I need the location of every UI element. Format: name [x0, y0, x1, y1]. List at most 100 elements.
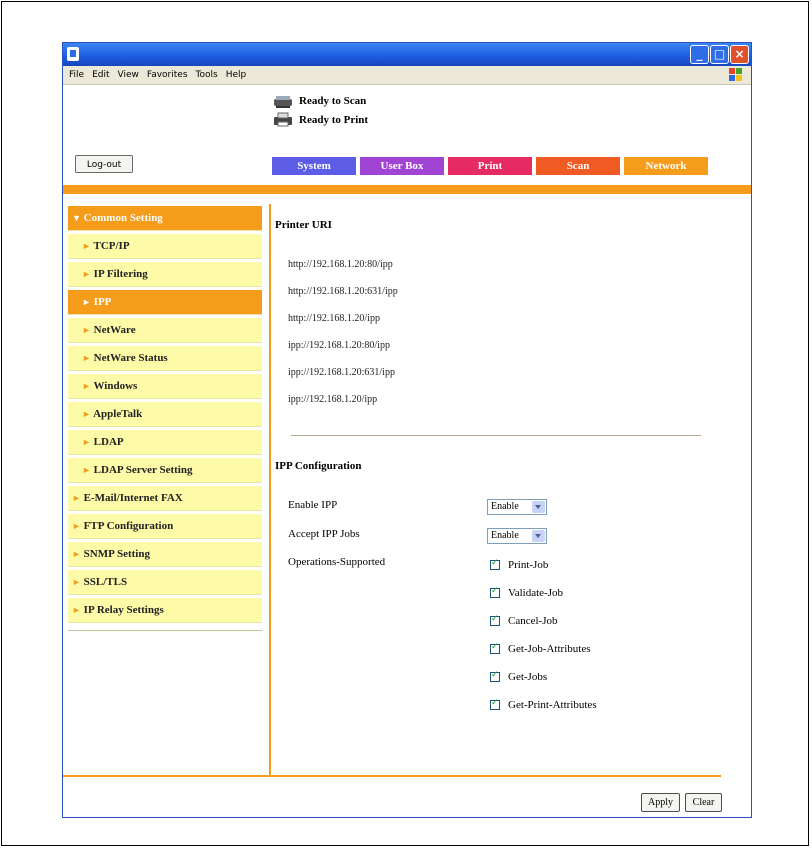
get-job-attributes-checkbox[interactable]	[490, 642, 500, 654]
sidebar-item-appletalk[interactable]: ► AppleTalk	[68, 402, 262, 427]
uri-item: http://192.168.1.20/ipp	[288, 313, 380, 324]
print-status: Ready to Print	[299, 114, 369, 126]
app-icon	[67, 47, 79, 61]
sidebar-item-windows[interactable]: ► Windows	[68, 374, 262, 399]
sidebar-item-label: SNMP Setting	[83, 548, 150, 560]
chevron-down-icon[interactable]	[532, 501, 545, 513]
clear-button[interactable]: Clear	[685, 793, 722, 812]
menu-bar: File Edit View Favorites Tools Help	[63, 66, 751, 85]
menu-tools[interactable]: Tools	[196, 66, 218, 84]
checkbox-label: Print-Job	[508, 559, 549, 571]
apply-button[interactable]: Apply	[641, 793, 680, 812]
tab-system[interactable]: System	[272, 157, 356, 175]
arrow-icon: ►	[72, 493, 81, 503]
header-divider	[63, 185, 751, 194]
enable-ipp-select[interactable]: Enable	[487, 499, 547, 515]
tab-scan[interactable]: Scan	[536, 157, 620, 175]
sidebar-item-netware-status[interactable]: ► NetWare Status	[68, 346, 262, 371]
uri-item: http://192.168.1.20:631/ipp	[288, 286, 398, 297]
sidebar-item-label: NetWare Status	[93, 352, 168, 364]
accept-ipp-jobs-label: Accept IPP Jobs	[288, 528, 360, 540]
select-value: Enable	[491, 501, 519, 512]
arrow-icon: ►	[82, 409, 91, 419]
tab-user-box[interactable]: User Box	[360, 157, 444, 175]
menu-edit[interactable]: Edit	[92, 66, 109, 84]
sidebar-item-label: SSL/TLS	[83, 576, 128, 588]
title-bar: _ □ ×	[63, 43, 751, 66]
sidebar-item-ipp[interactable]: ► IPP	[68, 290, 262, 315]
browser-window: _ □ × File Edit View Favorites Tools Help Rea…	[62, 42, 752, 818]
arrow-icon: ►	[82, 269, 91, 279]
arrow-icon: ►	[82, 437, 91, 447]
printer-uri-title: Printer URI	[275, 219, 332, 231]
sidebar-item-label: NetWare	[93, 324, 136, 336]
sidebar-item-label: E-Mail/Internet FAX	[83, 492, 183, 504]
checkbox-label: Get-Print-Attributes	[508, 699, 597, 711]
sidebar-item-ip-filtering[interactable]: ► IP Filtering	[68, 262, 262, 287]
sidebar-item-label: IP Relay Settings	[83, 604, 164, 616]
arrow-icon: ►	[82, 325, 91, 335]
sidebar-item-netware[interactable]: ► NetWare	[68, 318, 262, 343]
accept-ipp-jobs-select[interactable]: Enable	[487, 528, 547, 544]
menu-help[interactable]: Help	[226, 66, 247, 84]
sidebar-item-tcpip[interactable]: ► TCP/IP	[68, 234, 262, 259]
tab-network[interactable]: Network	[624, 157, 708, 175]
print-job-checkbox[interactable]	[490, 558, 500, 570]
sidebar-item-label: IP Filtering	[93, 268, 148, 280]
enable-ipp-label: Enable IPP	[288, 499, 338, 511]
sidebar-item-ip-relay-settings[interactable]: ► IP Relay Settings	[68, 598, 262, 623]
uri-item: ipp://192.168.1.20/ipp	[288, 394, 378, 405]
menu-file[interactable]: File	[69, 66, 84, 84]
select-value: Enable	[491, 530, 519, 541]
validate-job-checkbox[interactable]	[490, 586, 500, 598]
sidebar-item-email-internet-fax[interactable]: ► E-Mail/Internet FAX	[68, 486, 262, 511]
uri-item: ipp://192.168.1.20:631/ipp	[288, 367, 395, 378]
sidebar-item-label: Common Setting	[83, 212, 163, 224]
checkbox-label: Get-Job-Attributes	[508, 643, 591, 655]
minimize-button[interactable]: _	[690, 45, 709, 64]
arrow-icon: ►	[72, 549, 81, 559]
sidebar-item-label: FTP Configuration	[83, 520, 174, 532]
maximize-button[interactable]: □	[710, 45, 729, 64]
arrow-icon: ►	[82, 381, 91, 391]
printer-icon	[274, 112, 292, 127]
cancel-job-checkbox[interactable]	[490, 614, 500, 626]
expanded-arrow-icon: ▼	[72, 213, 81, 223]
section-divider	[291, 435, 701, 436]
get-jobs-checkbox[interactable]	[490, 670, 500, 682]
ipp-config-title: IPP Configuration	[275, 460, 362, 472]
uri-item: http://192.168.1.20:80/ipp	[288, 259, 393, 270]
arrow-icon: ►	[82, 465, 91, 475]
sidebar-item-ldap[interactable]: ► LDAP	[68, 430, 262, 455]
sidebar-item-ftp-configuration[interactable]: ► FTP Configuration	[68, 514, 262, 539]
tab-print[interactable]: Print	[448, 157, 532, 175]
sidebar-item-snmp-setting[interactable]: ► SNMP Setting	[68, 542, 262, 567]
sidebar-item-label: Windows	[93, 380, 138, 392]
arrow-icon: ►	[72, 605, 81, 615]
page-content: Ready to Scan Ready to Print Log-out Sys…	[63, 85, 751, 817]
operations-supported-label: Operations-Supported	[288, 556, 386, 568]
windows-logo-icon	[729, 68, 743, 82]
checkbox-label: Validate-Job	[508, 587, 563, 599]
sidebar-bottom-divider	[68, 630, 262, 631]
checkbox-label: Cancel-Job	[508, 615, 558, 627]
sidebar-item-ssl-tls[interactable]: ► SSL/TLS	[68, 570, 262, 595]
close-button[interactable]: ×	[730, 45, 749, 64]
checkbox-label: Get-Jobs	[508, 671, 548, 683]
content-divider	[269, 204, 271, 777]
sidebar-item-label: AppleTalk	[93, 408, 143, 420]
menu-view[interactable]: View	[118, 66, 139, 84]
sidebar-item-ldap-server-setting[interactable]: ► LDAP Server Setting	[68, 458, 262, 483]
sidebar-item-common-setting[interactable]: ▼ Common Setting	[68, 206, 262, 231]
arrow-icon: ►	[72, 521, 81, 531]
arrow-icon: ►	[82, 353, 91, 363]
arrow-icon: ►	[72, 577, 81, 587]
menu-favorites[interactable]: Favorites	[147, 66, 188, 84]
chevron-down-icon[interactable]	[532, 530, 545, 542]
uri-item: ipp://192.168.1.20:80/ipp	[288, 340, 390, 351]
footer-divider	[63, 775, 721, 777]
sidebar-item-label: LDAP	[93, 436, 124, 448]
get-print-attributes-checkbox[interactable]	[490, 698, 500, 710]
logout-button[interactable]: Log-out	[75, 155, 133, 173]
arrow-icon: ►	[82, 297, 91, 307]
